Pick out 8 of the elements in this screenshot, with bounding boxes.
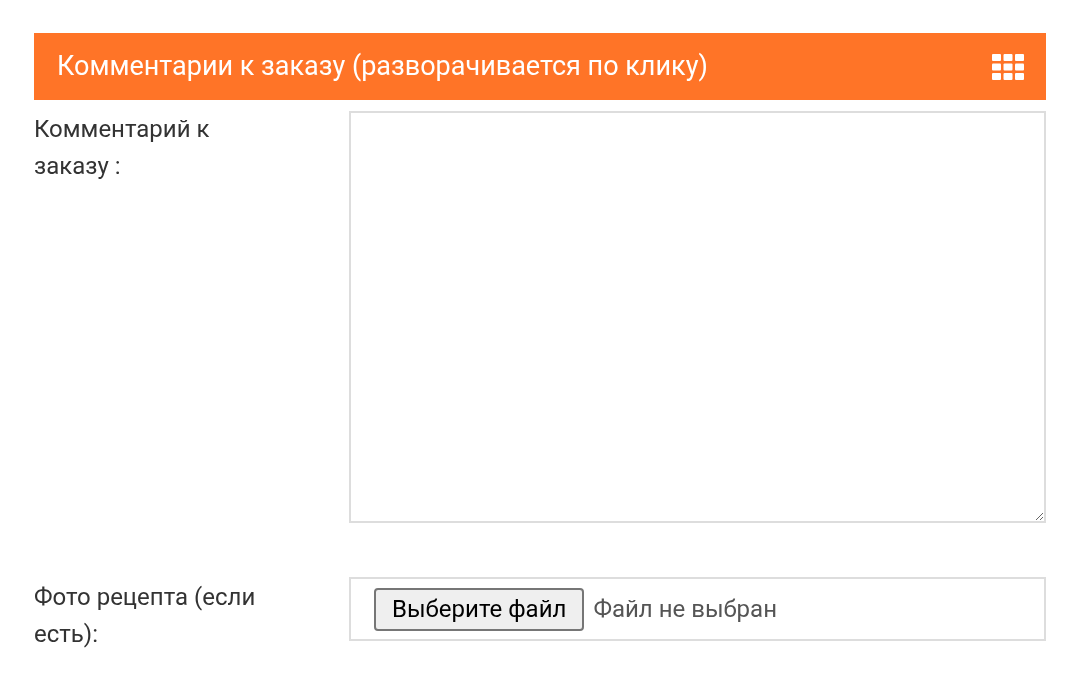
grid-icon[interactable] <box>992 53 1024 80</box>
field-label: Фото рецепта (если есть): <box>34 582 257 650</box>
choose-file-button[interactable]: Выберите файл <box>374 587 585 631</box>
panel-title: Комментарии к заказу (разворачивается по клику) <box>57 49 708 85</box>
file-field[interactable]: Выберите файл Файл не выбран <box>349 577 1046 641</box>
comment-field[interactable] <box>349 111 1046 523</box>
file-status: Файл не выбран <box>593 594 777 625</box>
field-label: Комментарий к заказу : <box>34 114 211 182</box>
